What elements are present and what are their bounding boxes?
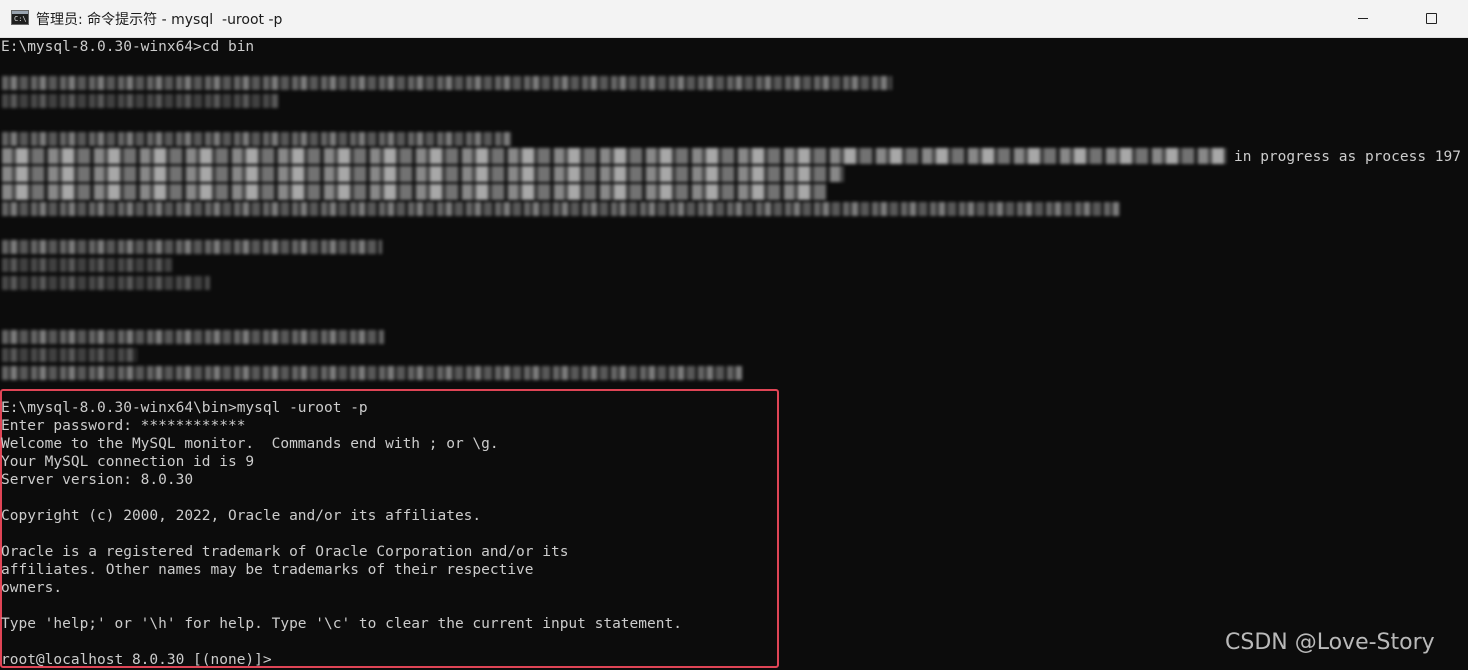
console-line: owners. bbox=[1, 580, 63, 596]
window-title: 管理员: 命令提示符 - mysql -uroot -p bbox=[36, 12, 283, 28]
console-line: Welcome to the MySQL monitor. Commands e… bbox=[1, 436, 499, 452]
obscured-line bbox=[2, 76, 892, 90]
obscured-line bbox=[2, 366, 742, 380]
console-line: Enter password: ************ bbox=[1, 418, 246, 434]
console-line-cd-bin: E:\mysql-8.0.30-winx64>cd bin bbox=[1, 39, 255, 55]
obscured-line bbox=[2, 258, 172, 272]
csdn-watermark: CSDN @Love-Story bbox=[1225, 630, 1435, 655]
console-line: E:\mysql-8.0.30-winx64\bin>mysql -uroot … bbox=[1, 400, 368, 416]
obscured-line bbox=[2, 166, 844, 182]
console-line: Your MySQL connection id is 9 bbox=[1, 454, 255, 470]
console-line: affiliates. Other names may be trademark… bbox=[1, 562, 534, 578]
cmd-app-icon[interactable]: C:\ bbox=[11, 10, 29, 25]
minimize-button[interactable] bbox=[1340, 0, 1386, 37]
obscured-line bbox=[2, 330, 384, 344]
console-line: Oracle is a registered trademark of Orac… bbox=[1, 544, 569, 560]
obscured-line bbox=[2, 276, 210, 290]
maximize-icon bbox=[1425, 13, 1437, 24]
mysql-prompt[interactable]: root@localhost 8.0.30 [(none)]> bbox=[1, 651, 272, 669]
obscured-line bbox=[2, 240, 382, 254]
maximize-button[interactable] bbox=[1408, 0, 1454, 37]
console-partial-text: in progress as process 197 bbox=[1234, 149, 1461, 165]
title-bar[interactable]: C:\ 管理员: 命令提示符 - mysql -uroot -p bbox=[0, 0, 1468, 38]
console-line: Type 'help;' or '\h' for help. Type '\c'… bbox=[1, 616, 682, 632]
console-line: Server version: 8.0.30 bbox=[1, 472, 194, 488]
icon-label: C:\ bbox=[14, 15, 27, 23]
obscured-line bbox=[2, 148, 1227, 164]
obscured-line bbox=[2, 184, 826, 200]
console-line: Copyright (c) 2000, 2022, Oracle and/or … bbox=[1, 508, 482, 524]
terminal-window: C:\ 管理员: 命令提示符 - mysql -uroot -p E:\mysq… bbox=[0, 0, 1468, 670]
minimize-icon bbox=[1358, 18, 1368, 19]
obscured-line bbox=[2, 132, 512, 146]
console-output[interactable]: E:\mysql-8.0.30-winx64>cd bin in progres… bbox=[0, 38, 1468, 670]
obscured-line bbox=[2, 348, 137, 362]
obscured-line bbox=[2, 202, 1120, 216]
icon-bar bbox=[12, 11, 28, 14]
obscured-line bbox=[2, 94, 278, 108]
